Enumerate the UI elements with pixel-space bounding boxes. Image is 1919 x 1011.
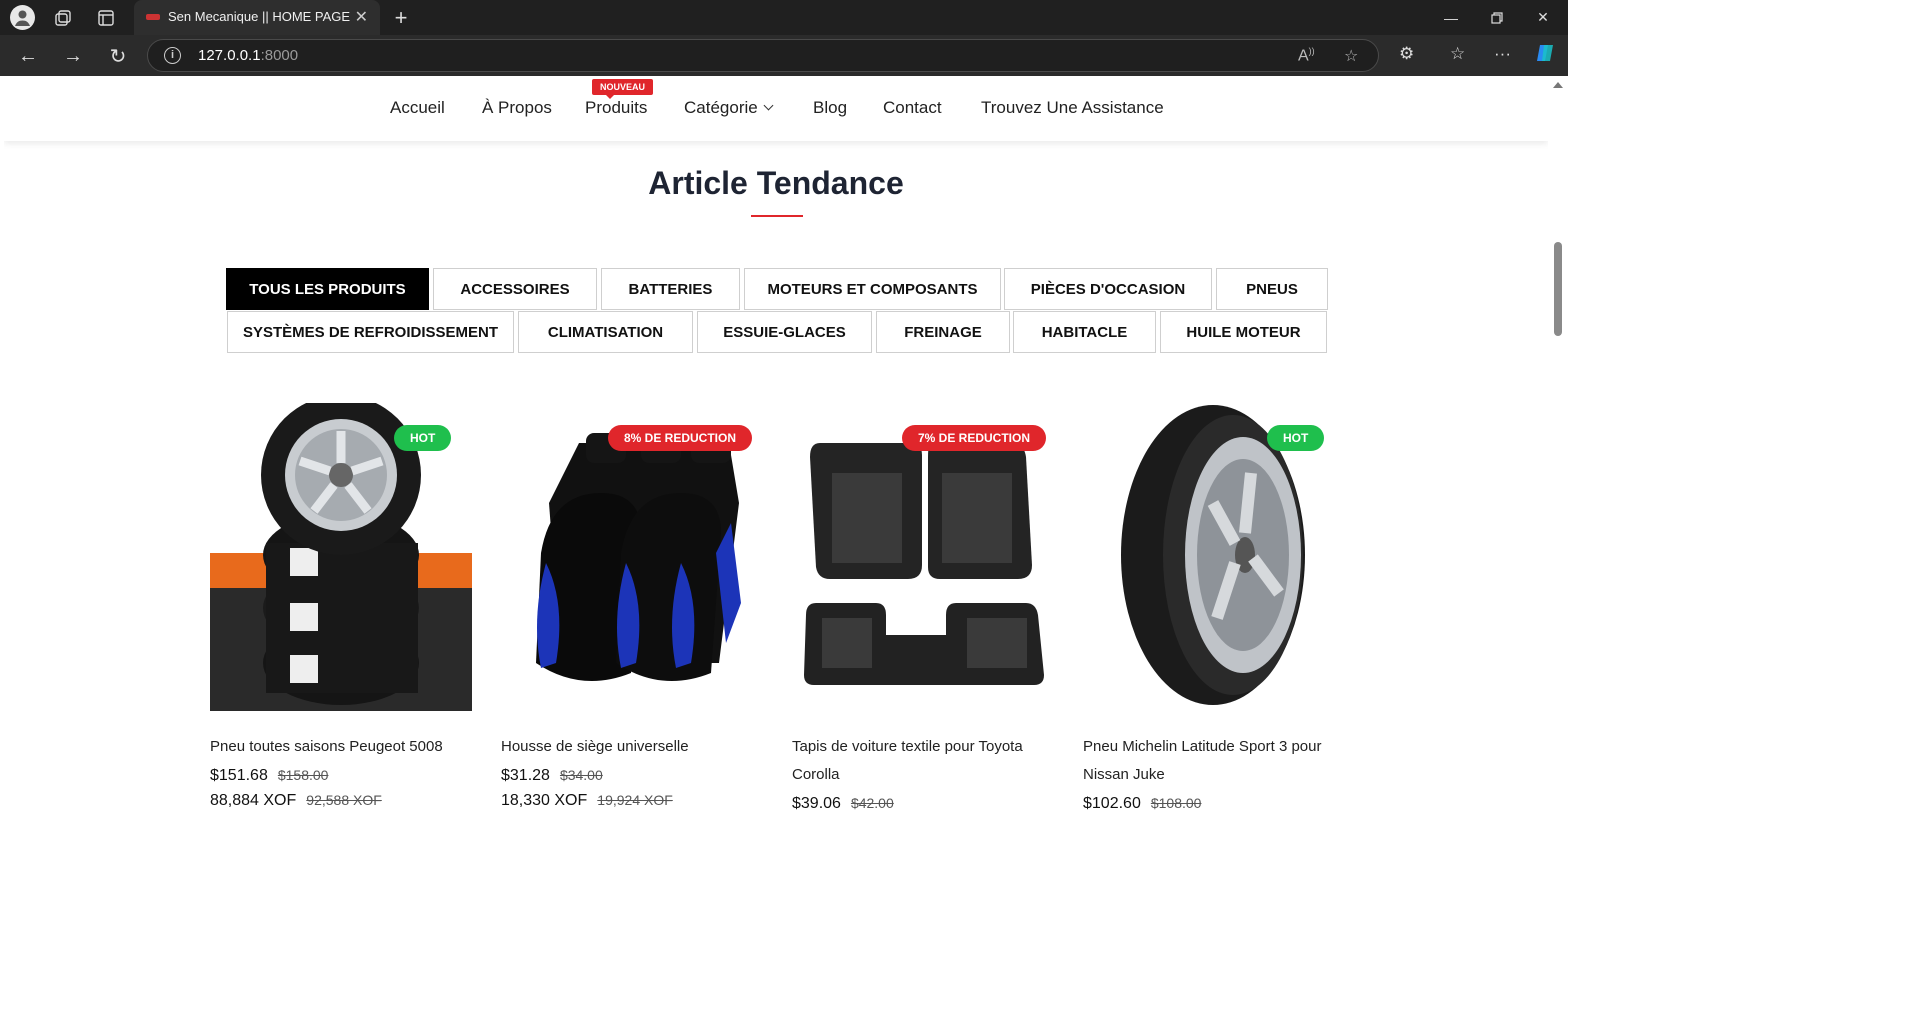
filter-pneus[interactable]: PNEUS xyxy=(1216,268,1328,310)
address-bar[interactable]: i 127.0.0.1:8000 A)) ☆ xyxy=(147,39,1379,72)
discount-badge: 7% DE REDUCTION xyxy=(902,425,1047,451)
price-usd: $31.28 xyxy=(501,767,550,784)
site-navigation: Accueil À Propos NOUVEAU Produits Catégo… xyxy=(4,76,1548,141)
product-name[interactable]: Pneu toutes saisons Peugeot 5008 xyxy=(210,733,472,761)
site-info-icon[interactable]: i xyxy=(164,47,181,64)
filter-freinage[interactable]: FREINAGE xyxy=(876,311,1010,353)
new-tab-icon[interactable]: + xyxy=(389,5,413,30)
product-name[interactable]: Tapis de voiture textile pour Toyota Cor… xyxy=(792,733,1054,789)
nav-categorie-label: Catégorie xyxy=(684,98,758,117)
old-price-usd: $34.00 xyxy=(559,767,603,783)
section-title: Article Tendance xyxy=(648,165,904,201)
product-price: $39.06 $42.00 xyxy=(792,795,894,813)
url-text[interactable]: 127.0.0.1:8000 xyxy=(198,47,298,64)
new-badge: NOUVEAU xyxy=(592,79,654,99)
product-name[interactable]: Pneu Michelin Latitude Sport 3 pour Niss… xyxy=(1083,733,1345,789)
filter-batteries[interactable]: BATTERIES xyxy=(601,268,740,310)
old-price-usd: $42.00 xyxy=(850,795,894,811)
minimize-icon[interactable]: — xyxy=(1428,0,1474,35)
product-price-xof: 88,884 XOF 92,588 XOF xyxy=(210,792,382,810)
product-price: $102.60 $108.00 xyxy=(1083,795,1201,813)
nav-categorie[interactable]: Catégorie xyxy=(684,98,774,118)
restore-icon[interactable] xyxy=(1474,0,1520,35)
old-price-xof: 19,924 XOF xyxy=(597,792,673,808)
product-name[interactable]: Housse de siège universelle xyxy=(501,733,763,761)
back-icon[interactable]: ← xyxy=(15,43,41,69)
browser-toolbar: ← → ↻ i 127.0.0.1:8000 A)) ☆ ⚙ ☆ ··· xyxy=(0,35,1568,76)
nav-produits[interactable]: Produits xyxy=(585,98,647,118)
product-price-xof: 18,330 XOF 19,924 XOF xyxy=(501,792,673,810)
filter-moteurs-et-composants[interactable]: MOTEURS ET COMPOSANTS xyxy=(744,268,1001,310)
close-tab-icon[interactable]: ✕ xyxy=(355,7,368,27)
more-options-icon[interactable]: ··· xyxy=(1494,44,1511,64)
product-card[interactable]: HOT Pneu Michelin Latitude Sport 3 pour … xyxy=(1083,403,1345,812)
old-price-usd: $158.00 xyxy=(277,767,329,783)
nav-blog[interactable]: Blog xyxy=(813,98,847,118)
product-card[interactable]: 7% DE REDUCTION Tapis de voiture textile… xyxy=(792,403,1054,812)
filter-systemes-refroidissement[interactable]: SYSTÈMES DE REFROIDISSEMENT xyxy=(227,311,514,353)
browser-tab[interactable]: Sen Mecanique || HOME PAGE ✕ xyxy=(134,0,380,35)
filter-pieces-occasion[interactable]: PIÈCES D'OCCASION xyxy=(1004,268,1212,310)
favorites-icon[interactable]: ☆ xyxy=(1450,44,1465,64)
product-price: $31.28 $34.00 xyxy=(501,767,603,785)
product-image[interactable]: HOT xyxy=(1083,403,1345,711)
copilot-icon[interactable] xyxy=(1534,42,1556,69)
product-image[interactable]: 8% DE REDUCTION xyxy=(501,403,763,711)
profile-avatar-icon[interactable] xyxy=(10,5,35,30)
page-viewport: Accueil À Propos NOUVEAU Produits Catégo… xyxy=(4,76,1548,826)
product-price: $151.68 $158.00 xyxy=(210,767,328,785)
product-image[interactable]: HOT xyxy=(210,403,472,711)
filter-huile-moteur[interactable]: HUILE MOTEUR xyxy=(1160,311,1327,353)
product-image[interactable]: 7% DE REDUCTION xyxy=(792,403,1054,711)
close-window-icon[interactable]: ✕ xyxy=(1520,0,1566,35)
chevron-down-icon xyxy=(763,100,774,111)
refresh-icon[interactable]: ↻ xyxy=(105,43,131,69)
price-usd: $102.60 xyxy=(1083,795,1141,812)
tab-title: Sen Mecanique || HOME PAGE xyxy=(168,9,351,24)
product-card[interactable]: HOT Pneu toutes saisons Peugeot 5008 $15… xyxy=(210,403,472,809)
favorite-star-icon[interactable]: ☆ xyxy=(1344,46,1358,66)
title-underline xyxy=(751,215,803,217)
nav-assistance[interactable]: Trouvez Une Assistance xyxy=(981,98,1164,118)
tab-actions-icon[interactable] xyxy=(94,6,118,30)
forward-icon[interactable]: → xyxy=(60,43,86,69)
old-price-usd: $108.00 xyxy=(1150,795,1202,811)
price-usd: $151.68 xyxy=(210,767,268,784)
product-card[interactable]: 8% DE REDUCTION Housse de siège universe… xyxy=(501,403,763,809)
old-price-xof: 92,588 XOF xyxy=(306,792,382,808)
workspaces-icon[interactable] xyxy=(51,6,75,30)
nav-a-propos[interactable]: À Propos xyxy=(482,98,552,118)
hot-badge: HOT xyxy=(394,425,452,451)
extensions-icon[interactable]: ⚙ xyxy=(1399,44,1414,64)
hot-badge: HOT xyxy=(1267,425,1325,451)
filter-tous-les-produits[interactable]: TOUS LES PRODUITS xyxy=(226,268,429,310)
filter-climatisation[interactable]: CLIMATISATION xyxy=(518,311,693,353)
scroll-thumb[interactable] xyxy=(1554,242,1562,336)
nav-contact[interactable]: Contact xyxy=(883,98,942,118)
filter-habitacle[interactable]: HABITACLE xyxy=(1013,311,1156,353)
discount-badge: 8% DE REDUCTION xyxy=(608,425,753,451)
site-favicon-icon xyxy=(146,14,160,20)
page-scrollbar[interactable] xyxy=(1548,76,1568,826)
scroll-up-icon[interactable] xyxy=(1553,82,1563,88)
filter-essuie-glaces[interactable]: ESSUIE-GLACES xyxy=(697,311,872,353)
price-usd: $39.06 xyxy=(792,795,841,812)
browser-titlebar: Sen Mecanique || HOME PAGE ✕ + — ✕ xyxy=(0,0,1568,35)
nav-accueil[interactable]: Accueil xyxy=(390,98,445,118)
read-aloud-icon[interactable]: A)) xyxy=(1298,46,1315,65)
filter-accessoires[interactable]: ACCESSOIRES xyxy=(433,268,597,310)
price-xof: 18,330 XOF xyxy=(501,792,588,809)
category-filters: TOUS LES PRODUITS ACCESSOIRES BATTERIES … xyxy=(226,268,1331,354)
price-xof: 88,884 XOF xyxy=(210,792,297,809)
